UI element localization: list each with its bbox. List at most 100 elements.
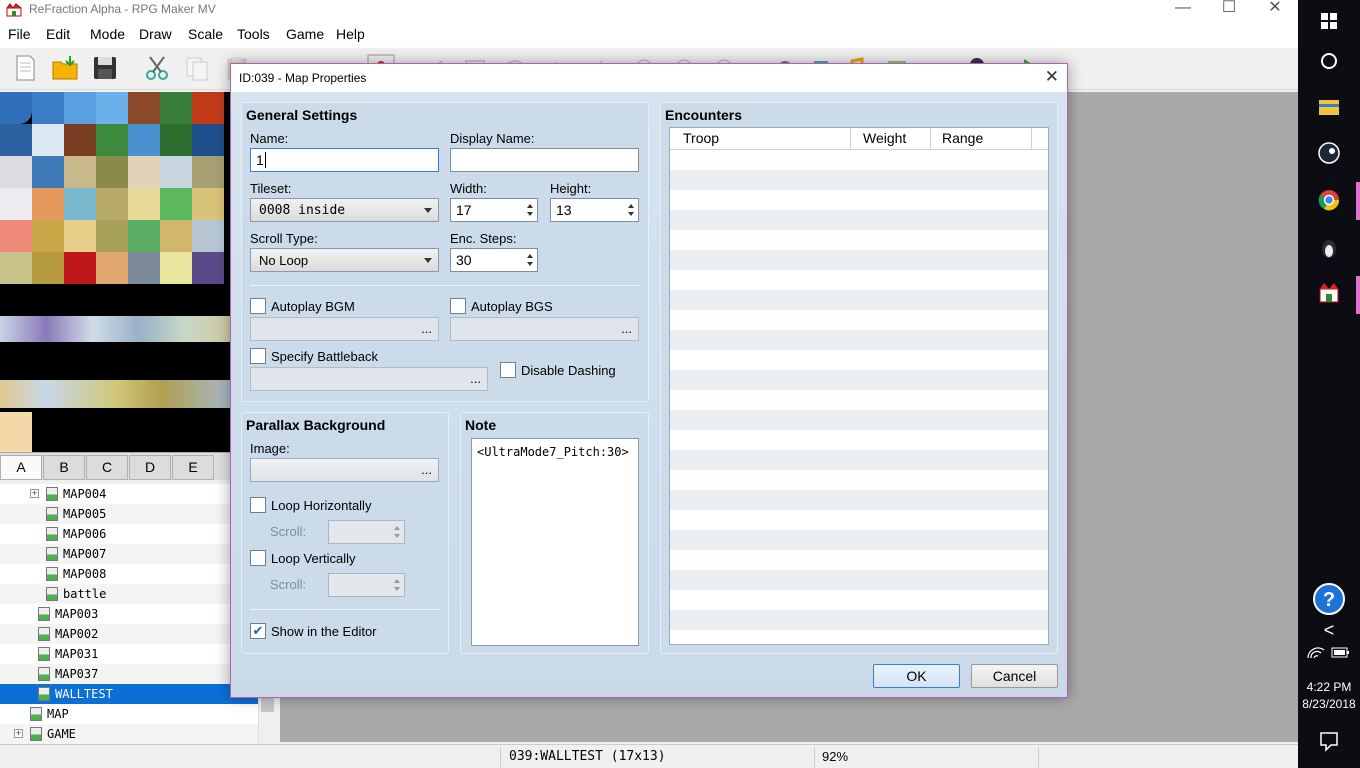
enc-steps-spinner[interactable]: 30 (450, 248, 538, 272)
bgs-browse-button[interactable]: ... (450, 317, 639, 341)
tile[interactable] (160, 156, 192, 188)
tile[interactable] (128, 188, 160, 220)
spin-up-icon[interactable] (394, 579, 400, 583)
tree-item-walltest[interactable]: WALLTEST (0, 684, 258, 704)
tile[interactable] (96, 188, 128, 220)
scroll-type-select[interactable]: No Loop (250, 248, 439, 272)
tile[interactable] (96, 156, 128, 188)
tile[interactable] (128, 92, 160, 124)
spin-up-icon[interactable] (394, 526, 400, 530)
tile[interactable] (64, 156, 96, 188)
tree-item-map031[interactable]: MAP031 (0, 644, 258, 664)
column-range[interactable]: Range (942, 130, 983, 146)
taskbar-clock[interactable]: 4:22 PM 8/23/2018 (1298, 679, 1360, 713)
tile[interactable] (0, 124, 32, 156)
dialog-close-button[interactable]: ✕ (1045, 67, 1059, 87)
loop-vertically-checkbox[interactable] (250, 550, 266, 566)
maximize-button[interactable]: ☐ (1206, 0, 1252, 22)
height-spinner[interactable]: 13 (550, 198, 639, 222)
tile[interactable] (0, 92, 32, 124)
windows-start-icon[interactable] (1312, 4, 1346, 38)
tree-item-map008[interactable]: MAP008 (0, 564, 258, 584)
tree-item-map037[interactable]: MAP037 (0, 664, 258, 684)
tile[interactable] (0, 156, 32, 188)
tile[interactable] (192, 124, 224, 156)
cut-icon[interactable] (142, 53, 172, 83)
autoplay-bgm-checkbox[interactable] (250, 298, 266, 314)
cortana-search-icon[interactable] (1312, 44, 1346, 78)
tab-b[interactable]: B (43, 455, 85, 480)
tile[interactable] (192, 252, 224, 284)
display-name-input[interactable] (450, 148, 639, 172)
tab-c[interactable]: C (86, 455, 128, 480)
spin-up-icon[interactable] (527, 254, 533, 258)
battleback-browse-button[interactable]: ... (250, 367, 488, 391)
tile[interactable] (32, 252, 64, 284)
tree-item-game[interactable]: + GAME (0, 724, 258, 744)
tile[interactable] (160, 252, 192, 284)
help-icon[interactable]: ? (1312, 582, 1346, 616)
save-project-icon[interactable] (90, 53, 120, 83)
expand-icon[interactable]: + (30, 489, 39, 498)
spin-up-icon[interactable] (527, 204, 533, 208)
tile[interactable] (128, 124, 160, 156)
tile[interactable] (192, 92, 224, 124)
tree-item-map007[interactable]: MAP007 (0, 544, 258, 564)
tile[interactable] (32, 124, 64, 156)
tree-item-map004[interactable]: + MAP004 (0, 484, 258, 504)
spin-up-icon[interactable] (628, 204, 634, 208)
menu-game[interactable]: Game (286, 26, 324, 42)
tile[interactable] (128, 252, 160, 284)
loop-horizontally-checkbox[interactable] (250, 497, 266, 513)
tile[interactable] (32, 188, 64, 220)
tile[interactable] (64, 220, 96, 252)
spin-down-icon[interactable] (527, 262, 533, 266)
tile[interactable] (0, 252, 32, 284)
cancel-button[interactable]: Cancel (971, 664, 1058, 688)
specify-battleback-checkbox[interactable] (250, 348, 266, 364)
steam-icon[interactable] (1312, 136, 1346, 170)
tile[interactable] (160, 188, 192, 220)
tile[interactable] (32, 92, 64, 124)
tile[interactable] (32, 156, 64, 188)
menu-file[interactable]: File (8, 26, 31, 42)
tile[interactable] (160, 220, 192, 252)
scroll-y-spinner[interactable] (328, 573, 405, 597)
rpg-maker-taskbar-icon[interactable] (1312, 276, 1346, 310)
tree-item-battle[interactable]: battle (0, 584, 258, 604)
encounter-rows[interactable] (670, 150, 1048, 644)
menu-draw[interactable]: Draw (139, 26, 172, 42)
battery-icon[interactable] (1328, 640, 1352, 664)
chrome-icon[interactable] (1312, 183, 1346, 217)
disable-dashing-checkbox[interactable] (500, 362, 516, 378)
open-project-icon[interactable] (50, 53, 80, 83)
expand-icon[interactable]: + (14, 729, 23, 738)
encounters-table[interactable]: Troop Weight Range (669, 127, 1049, 645)
tile[interactable] (64, 124, 96, 156)
bgm-browse-button[interactable]: ... (250, 317, 439, 341)
tab-e[interactable]: E (172, 455, 214, 480)
tileset-palette[interactable] (0, 92, 231, 452)
tile[interactable] (0, 412, 32, 452)
tile[interactable] (0, 316, 231, 342)
tab-d[interactable]: D (129, 455, 171, 480)
tile[interactable] (160, 124, 192, 156)
note-textarea[interactable]: <UltraMode7_Pitch:30> (471, 438, 639, 646)
copy-icon[interactable] (182, 53, 212, 83)
tile[interactable] (64, 92, 96, 124)
tileset-select[interactable]: 0008 inside (250, 198, 439, 222)
autoplay-bgs-checkbox[interactable] (450, 298, 466, 314)
show-in-editor-checkbox[interactable]: ✔ (250, 623, 266, 639)
tree-item-map005[interactable]: MAP005 (0, 504, 258, 524)
tile[interactable] (96, 252, 128, 284)
column-weight[interactable]: Weight (863, 130, 906, 146)
tile[interactable] (64, 252, 96, 284)
tile[interactable] (64, 188, 96, 220)
tree-item-map003[interactable]: MAP003 (0, 604, 258, 624)
tile[interactable] (0, 220, 32, 252)
menu-tools[interactable]: Tools (237, 26, 270, 42)
menu-help[interactable]: Help (336, 26, 365, 42)
name-input[interactable]: 1 (250, 148, 439, 172)
tile[interactable] (96, 220, 128, 252)
ok-button[interactable]: OK (873, 664, 960, 688)
